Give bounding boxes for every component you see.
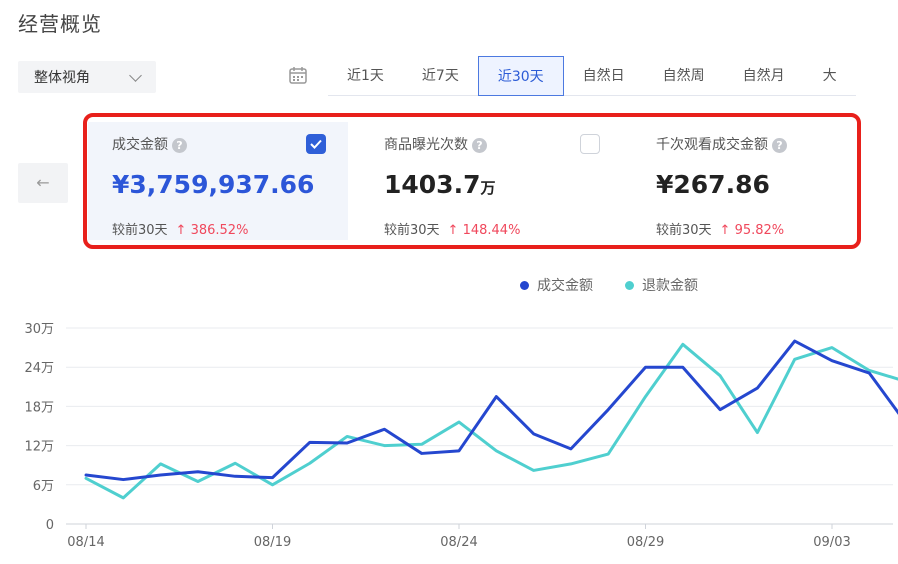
legend-label: 成交金额	[537, 278, 593, 294]
back-arrow-button[interactable]: ←	[18, 163, 68, 203]
calendar-icon[interactable]	[288, 65, 308, 85]
legend-dot	[625, 280, 634, 290]
tab-natural-month[interactable]: 自然月	[723, 56, 804, 96]
x-tick-label: 09/03	[813, 535, 850, 550]
series-line-1	[84, 339, 898, 482]
y-tick-label: 6万	[33, 479, 54, 494]
page-title: 经营概览	[18, 12, 102, 36]
tab-natural-day[interactable]: 自然日	[563, 56, 644, 96]
tab-natural-week[interactable]: 自然周	[643, 56, 724, 96]
tab-7-days[interactable]: 近7天	[402, 56, 478, 96]
chevron-down-icon	[129, 69, 142, 82]
tab-30-days[interactable]: 近30天	[477, 56, 564, 96]
date-range-tabs: 近1天 近7天 近30天 自然日 自然周 自然月 大	[328, 56, 856, 96]
legend-dot	[520, 280, 529, 290]
y-tick-label: 0	[46, 518, 54, 533]
tab-promotion[interactable]: 大	[803, 56, 856, 96]
y-tick-label: 24万	[24, 361, 54, 376]
chart-legend: 成交金额 退款金额	[520, 275, 730, 295]
view-select-value: 整体视角	[34, 70, 90, 86]
legend-item-gmv[interactable]: 成交金额	[520, 275, 593, 295]
x-tick-label: 08/19	[254, 535, 291, 550]
legend-label: 退款金额	[642, 278, 698, 294]
y-tick-label: 18万	[24, 400, 54, 415]
view-select[interactable]: 整体视角	[18, 61, 156, 93]
y-tick-label: 12万	[24, 440, 54, 455]
line-chart: 0 6万 12万 18万 24万 30万 08/14 08/19 08/24 08/29 09/03	[24, 322, 898, 550]
highlight-frame	[83, 113, 861, 249]
y-tick-label: 30万	[24, 322, 54, 337]
x-tick-label: 08/24	[440, 535, 477, 550]
x-tick-label: 08/29	[627, 535, 664, 550]
tab-1-day[interactable]: 近1天	[328, 56, 403, 96]
legend-item-refund[interactable]: 退款金额	[625, 275, 698, 295]
x-tick-label: 08/14	[67, 535, 104, 550]
